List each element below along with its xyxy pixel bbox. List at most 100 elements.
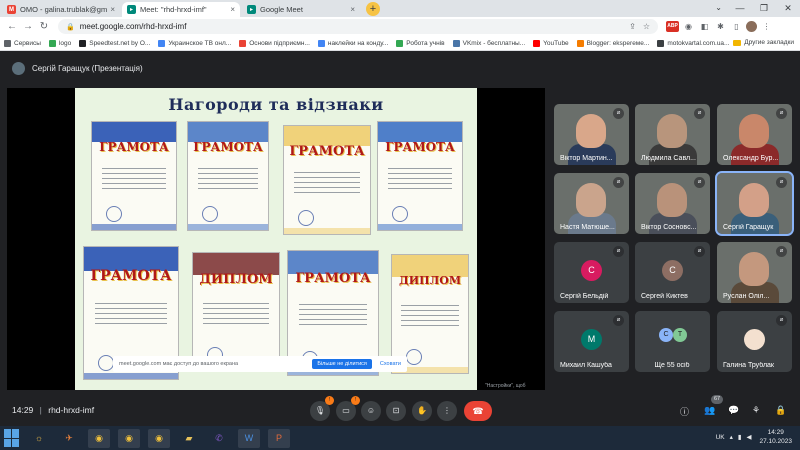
new-tab-button[interactable]: + — [366, 2, 380, 16]
bookmark-item[interactable]: Blogger: eksperеме... — [576, 39, 649, 47]
other-bookmarks[interactable]: Другие закладки — [733, 39, 794, 46]
taskbar-clock[interactable]: 14:29 27.10.2023 — [759, 428, 792, 446]
gmail-icon: M — [7, 5, 16, 14]
host-controls-icon[interactable]: 🔒 — [775, 405, 786, 416]
bookmark-item[interactable]: VKmix - бесплатны... — [452, 39, 526, 47]
certificate-title: ГРАМОТА — [385, 140, 455, 154]
certificate-border — [84, 373, 178, 379]
folder-icon[interactable]: ▰ — [178, 429, 200, 448]
presentation-stage[interactable]: Нагороди та відзнаки ГРАМОТА ГРАМОТА ГРАМО… — [7, 88, 545, 390]
profile-avatar[interactable] — [746, 21, 757, 32]
info-icon[interactable]: ⓘ — [680, 405, 689, 418]
slide-title: Нагороди та відзнаки — [168, 95, 384, 114]
certificate-seal — [406, 349, 422, 365]
explorer-icon[interactable]: ☼ — [28, 429, 50, 448]
puzzle-icon[interactable]: ✱ — [714, 21, 727, 32]
bookmark-label: VKmix - бесплатны... — [462, 39, 526, 47]
participant-tile[interactable]: ⌀ Сергій Гаращук — [715, 171, 794, 236]
chevron-down-icon[interactable]: ⌄ — [715, 3, 722, 12]
bookmark-item[interactable]: Украинское ТВ онл... — [158, 39, 231, 47]
certificate-banner — [378, 122, 462, 142]
participant-tile[interactable]: ⌀ Віктор Мартин... — [554, 104, 629, 165]
mic-off-icon: ⌀ — [613, 177, 624, 188]
viber-icon[interactable]: ✆ — [208, 429, 230, 448]
activities-icon[interactable]: ⚘ — [752, 405, 760, 416]
leave-call-button[interactable]: ☎ — [464, 401, 492, 421]
mic-off-icon: ⌀ — [694, 177, 705, 188]
bookmark-item[interactable]: Основи підприємн... — [239, 39, 310, 47]
bookmark-label: Основи підприємн... — [249, 39, 310, 47]
certificate-image: ДИПЛОМ — [192, 252, 280, 372]
camera-button[interactable]: ▭! — [336, 396, 360, 421]
chrome-icon[interactable]: ◉ — [148, 428, 170, 448]
app-icon[interactable]: ✈ — [58, 429, 80, 448]
bookmark-icon — [533, 39, 541, 47]
forward-icon[interactable]: → — [20, 21, 36, 32]
certificate-banner — [284, 126, 370, 146]
windows-start-icon[interactable] — [4, 429, 22, 447]
network-icon[interactable]: ▮ — [738, 433, 742, 441]
minimize-icon[interactable]: — — [728, 0, 752, 17]
participant-tile[interactable]: ⌀ Галина Трублак — [717, 311, 792, 372]
participant-tile[interactable]: ⌀ Людмила Савл... — [635, 104, 710, 165]
people-icon[interactable]: 👥 — [704, 405, 715, 416]
language-indicator[interactable]: UK — [716, 434, 725, 441]
participant-tile[interactable]: ⌀ Настя Матюше... — [554, 173, 629, 234]
present-button[interactable]: ⊡ — [386, 401, 406, 421]
bookmark-item[interactable]: Speedtest.net by O... — [79, 39, 150, 47]
address-bar[interactable]: 🔒 meet.google.com/rhd-hrxd-imf ⇪ ☆ — [58, 19, 658, 34]
participant-tile[interactable]: ⌀ Віктор Сосновс... — [635, 173, 710, 234]
bookmark-item[interactable]: Робота учнів — [396, 39, 445, 47]
raise-hand-button[interactable]: ✋ — [412, 401, 432, 421]
shared-slide: Нагороди та відзнаки ГРАМОТА ГРАМОТА ГРАМО… — [75, 88, 477, 390]
bookmark-item[interactable]: наклейки на конду... — [317, 39, 388, 47]
tab-meet-active[interactable]: ▸ Meet: "rhd-hrxd-imf" × — [122, 2, 240, 17]
reload-icon[interactable]: ↻ — [36, 21, 52, 32]
participant-tile[interactable]: ⌀ Руслан Оліл... — [717, 242, 792, 303]
participant-tile[interactable]: С ⌀ Сергій Бельдій — [554, 242, 629, 303]
close-window-icon[interactable]: ✕ — [776, 0, 800, 17]
maximize-icon[interactable]: ❐ — [752, 0, 776, 17]
tray-arrow-icon[interactable]: ▴ — [730, 433, 733, 441]
bookmark-item[interactable]: Сервисы — [4, 39, 41, 47]
chat-icon[interactable]: 💬 — [728, 405, 739, 416]
bookmark-item[interactable]: motokvartal.com.ua... — [657, 39, 729, 47]
participant-tile[interactable]: С Т Ще 55 осіб — [635, 311, 710, 372]
share-icon[interactable]: ⇪ — [629, 22, 636, 31]
star-icon[interactable]: ☆ — [643, 22, 650, 31]
bookmark-label: YouTube — [543, 39, 569, 47]
tab-title: ОМО - galina.trublak@gmail.co — [20, 5, 108, 14]
close-icon[interactable]: × — [350, 5, 355, 14]
back-icon[interactable]: ← — [4, 21, 20, 32]
chrome-icon[interactable]: ◉ — [88, 428, 110, 448]
participant-tile[interactable]: С ⌀ Сергей Киктев — [635, 242, 710, 303]
tab-gmail[interactable]: M ОМО - galina.trublak@gmail.co × — [2, 2, 120, 17]
bookmark-item[interactable]: logo — [48, 39, 71, 47]
close-icon[interactable]: × — [110, 5, 115, 14]
extension-icon[interactable]: ◧ — [698, 21, 711, 32]
chrome-icon[interactable]: ◉ — [118, 428, 140, 448]
menu-icon[interactable]: ⋮ — [760, 21, 773, 32]
certificate-border — [92, 224, 176, 230]
tab-google-meet[interactable]: ▸ Google Meet × — [242, 2, 360, 17]
more-options-button[interactable]: ⋮ — [437, 401, 457, 421]
lock-icon[interactable]: 🔒 — [66, 23, 75, 31]
emoji-button[interactable]: ☺ — [361, 401, 381, 421]
participant-tile[interactable]: ⌀ Олександр Бур... — [717, 104, 792, 165]
adblock-icon[interactable]: ABP — [666, 21, 679, 32]
mic-button[interactable]: 🎙︎! — [310, 396, 334, 421]
participant-tile[interactable]: М ⌀ Михаил Кашуба — [554, 311, 629, 372]
powerpoint-icon[interactable]: P — [268, 428, 290, 448]
sidepanel-icon[interactable]: ▯ — [730, 21, 743, 32]
certificate-text — [102, 168, 166, 193]
meeting-time: 14:29 — [12, 405, 34, 415]
certificate-title: ДИПЛОМ — [199, 272, 273, 287]
close-icon[interactable]: × — [230, 5, 235, 14]
word-icon[interactable]: W — [238, 428, 260, 448]
bookmark-item[interactable]: YouTube — [533, 39, 569, 47]
extension-icon[interactable]: ◉ — [682, 21, 695, 32]
stop-sharing-button[interactable]: Більше не ділитися — [312, 359, 372, 369]
hide-link[interactable]: Сховати — [380, 361, 401, 367]
volume-icon[interactable]: ◀ — [746, 433, 751, 441]
extensions-area: ABP ◉ ◧ ✱ ▯ ⋮ — [666, 21, 776, 32]
